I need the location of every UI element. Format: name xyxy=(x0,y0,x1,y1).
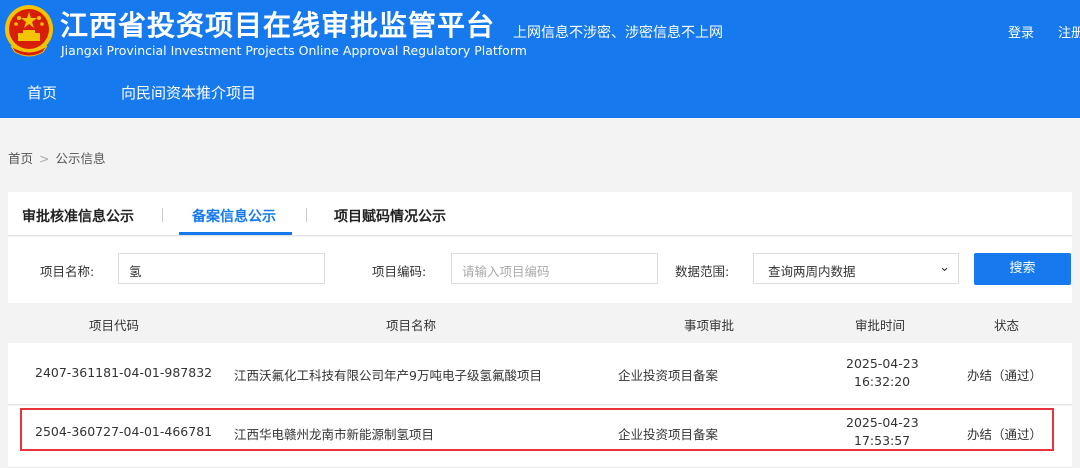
status-cell: 办结（通过） xyxy=(967,368,1043,383)
column-header-matter: 事项审批 xyxy=(684,318,735,333)
data-range-select[interactable]: 查询两周内数据 ⌄ xyxy=(753,253,959,284)
highlight-box xyxy=(20,408,1054,451)
project-name-cell[interactable]: 江西沃氟化工科技有限公司年产9万吨电子级氢氟酸项目 xyxy=(234,365,542,384)
data-range-label: 数据范围: xyxy=(675,264,730,279)
national-emblem-icon xyxy=(5,5,53,57)
table-row[interactable]: 2407-361181-04-01-987832 江西沃氟化工科技有限公司年产9… xyxy=(8,343,1072,405)
login-link[interactable]: 登录 xyxy=(1008,22,1034,41)
project-name-label: 项目名称: xyxy=(40,264,95,279)
column-header-approval-time: 审批时间 xyxy=(855,318,906,333)
table-header: 项目代码 项目名称 事项审批 审批时间 状态 xyxy=(8,303,1072,343)
breadcrumb: 首页 > 公示信息 xyxy=(8,148,106,167)
project-code-label: 项目编码: xyxy=(372,264,427,279)
search-form: 项目名称: 氢 项目编码: 请输入项目编码 数据范围: 查询两周内数据 ⌄ 搜索 xyxy=(8,237,1072,303)
tab-code-assignment-publicity[interactable]: 项目赋码情况公示 xyxy=(334,206,446,226)
breadcrumb-separator: > xyxy=(39,151,50,166)
data-range-value: 查询两周内数据 xyxy=(768,264,856,279)
approval-time-cell: 16:32:20 xyxy=(854,374,911,389)
search-button[interactable]: 搜索 xyxy=(974,253,1071,285)
register-link[interactable]: 注册 xyxy=(1058,22,1080,41)
breadcrumb-home[interactable]: 首页 xyxy=(8,151,33,166)
tab-filing-publicity[interactable]: 备案信息公示 xyxy=(192,206,276,226)
site-header: 江西省投资项目在线审批监管平台 Jiangxi Provincial Inves… xyxy=(0,0,1080,118)
column-header-project-code: 项目代码 xyxy=(89,318,140,333)
active-tab-indicator xyxy=(179,232,292,235)
tab-bar: 审批核准信息公示 备案信息公示 项目赋码情况公示 xyxy=(8,192,1072,236)
column-header-status: 状态 xyxy=(994,318,1020,333)
site-title: 江西省投资项目在线审批监管平台 xyxy=(60,9,496,42)
tab-divider xyxy=(162,208,163,222)
breadcrumb-current: 公示信息 xyxy=(55,151,106,166)
approval-date-cell: 2025-04-23 xyxy=(846,356,919,371)
nav-item-home[interactable]: 首页 xyxy=(27,82,57,103)
nav-item-private-capital-projects[interactable]: 向民间资本推介项目 xyxy=(121,82,256,103)
project-name-input[interactable]: 氢 xyxy=(118,253,325,284)
tab-approval-publicity[interactable]: 审批核准信息公示 xyxy=(22,206,134,226)
site-subtitle: Jiangxi Provincial Investment Projects O… xyxy=(61,43,527,58)
project-code-cell: 2407-361181-04-01-987832 xyxy=(35,365,213,380)
column-header-project-name: 项目名称 xyxy=(386,318,437,333)
site-notice: 上网信息不涉密、涉密信息不上网 xyxy=(513,25,723,41)
matter-cell: 企业投资项目备案 xyxy=(618,368,719,383)
project-code-input[interactable]: 请输入项目编码 xyxy=(451,253,658,284)
tab-divider xyxy=(306,208,307,222)
chevron-down-icon: ⌄ xyxy=(939,260,950,275)
